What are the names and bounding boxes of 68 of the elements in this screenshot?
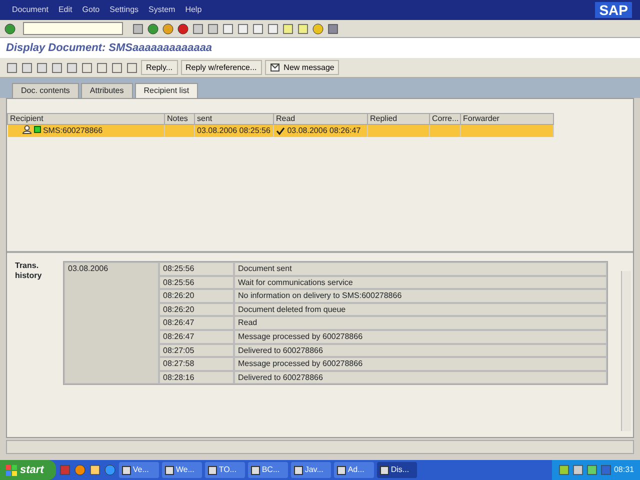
toolbar-button[interactable]: Reply w/reference... [180, 60, 262, 75]
app-icon [336, 466, 346, 474]
history-time: 08:27:05 [159, 344, 234, 358]
app-icon [122, 466, 131, 474]
column-header[interactable]: sent [194, 114, 274, 124]
clock: 08:31 [614, 464, 634, 476]
history-date: 03.08.2006 [64, 262, 159, 384]
history-text: Message processed by 600278866 [234, 330, 607, 344]
taskbar-button[interactable]: TO... [204, 462, 245, 478]
history-time: 08:26:20 [159, 289, 234, 303]
browser-icon[interactable] [104, 464, 116, 476]
history-text: Delivered to 600278866 [234, 344, 607, 358]
app-icon [164, 466, 174, 474]
taskbar-button[interactable]: Ve... [118, 462, 159, 478]
history-time: 08:25:56 [159, 276, 234, 290]
history-text: Read [234, 316, 607, 330]
history-label: Trans. history [15, 261, 43, 282]
menu-item[interactable]: Help [185, 4, 202, 16]
tab[interactable]: Doc. contents [12, 83, 79, 98]
history-time: 08:25:56 [159, 262, 234, 276]
history-time: 08:27:58 [159, 357, 234, 371]
app-icon [380, 466, 389, 474]
start-button[interactable]: start [0, 460, 56, 480]
history-text: Message processed by 600278866 [234, 357, 607, 371]
history-time: 08:26:47 [159, 330, 234, 344]
toolbar-button[interactable]: Reply... [141, 60, 178, 75]
windows-flag-icon [6, 464, 17, 476]
history-time: 08:26:47 [159, 316, 234, 330]
taskbar-button[interactable]: Ad... [334, 462, 374, 478]
menu-item[interactable]: Edit [58, 4, 72, 16]
taskbar-button[interactable]: Jav... [290, 462, 331, 478]
app-icon [208, 466, 217, 474]
column-header[interactable]: Forwarder [460, 114, 554, 124]
history-text: Document sent [234, 262, 607, 276]
app-icon [294, 466, 303, 474]
logo: SAP [595, 2, 632, 18]
column-header[interactable]: Read [274, 114, 368, 124]
column-header[interactable]: Notes [164, 114, 194, 124]
history-text: Document deleted from queue [234, 302, 607, 316]
browser-icon[interactable] [74, 464, 86, 476]
history-time: 08:28:16 [159, 370, 234, 384]
status-icon [34, 126, 41, 134]
history-text: Wait for communications service [234, 276, 607, 290]
envelope-icon [270, 63, 280, 72]
taskbar-button[interactable]: Dis... [376, 462, 417, 478]
taskbar-button[interactable]: BC... [248, 462, 288, 478]
menu-item[interactable]: Goto [82, 4, 100, 16]
menu-item[interactable]: Document [12, 4, 48, 16]
page-title: Display Document: SMSaaaaaaaaaaaaa [0, 38, 640, 58]
scrollbar[interactable] [621, 271, 631, 431]
toolbar-button[interactable]: New message [264, 60, 340, 75]
history-time: 08:26:20 [159, 302, 234, 316]
tab[interactable]: Attributes [80, 83, 133, 98]
app-icon [250, 466, 260, 474]
menu-item[interactable]: Settings [110, 4, 139, 16]
command-field[interactable] [23, 22, 123, 35]
column-header[interactable]: Corre... [430, 114, 460, 124]
recipient-name: SMS:600278866 [42, 126, 103, 136]
taskbar-button[interactable]: We... [162, 462, 202, 478]
column-header[interactable]: Recipient [8, 114, 164, 124]
checkmark-icon [276, 126, 285, 135]
read-time: 03.08.2006 08:26:47 [287, 126, 361, 135]
history-text: Delivered to 600278866 [234, 370, 607, 384]
table-cell: 03.08.2006 08:25:56 [194, 124, 274, 136]
column-header[interactable]: Replied [368, 114, 430, 124]
menu-item[interactable]: System [148, 4, 176, 16]
history-text: No information on delivery to SMS:600278866 [234, 289, 607, 303]
tab[interactable]: Recipient list [134, 83, 198, 98]
